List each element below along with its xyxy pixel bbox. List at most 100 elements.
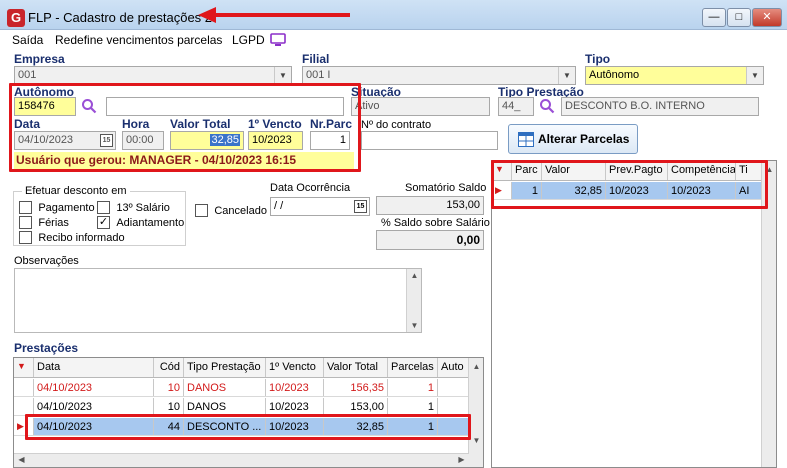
cell-auto (438, 398, 469, 415)
cancelado-label: Cancelado (214, 205, 267, 217)
cell-data: 04/10/2023 (34, 398, 154, 415)
prestacoes-vscrollbar[interactable]: ▲ ▼ (468, 358, 483, 467)
highlight-box (9, 83, 361, 172)
sort-indicator-icon[interactable]: ▼ (14, 358, 34, 377)
cell-vencto: 10/2023 (266, 398, 324, 415)
menu-lgpd[interactable]: LGPD (232, 33, 265, 47)
highlight-box (491, 160, 768, 209)
window-title: FLP - Cadastro de prestações 2 (28, 10, 213, 25)
cell-cod: 10 (154, 379, 184, 396)
close-button[interactable]: ✕ (752, 8, 782, 27)
annotation-arrow-icon (198, 7, 350, 23)
empresa-label: Empresa (14, 52, 65, 66)
col-header-vencto[interactable]: 1º Vencto (266, 358, 324, 377)
adiantamento-checkbox[interactable]: ✓ Adiantamento (97, 215, 185, 230)
recibo-label: Recibo informado (38, 232, 125, 244)
somatorio-saldo-field: 153,00 (376, 196, 484, 215)
cell-parcelas: 1 (388, 379, 438, 396)
prestacoes-title: Prestações (14, 341, 79, 355)
observacoes-label: Observações (14, 255, 79, 267)
cell-auto (438, 379, 469, 396)
situacao-field: Ativo (351, 97, 490, 116)
cell-data: 04/10/2023 (34, 379, 154, 396)
observacoes-textarea[interactable]: ▲ ▼ (14, 268, 422, 333)
prestacoes-header: ▼ Data Cód Tipo Prestação 1º Vencto Valo… (14, 358, 469, 378)
cell-tipo: DANOS (184, 398, 266, 415)
maximize-button[interactable]: □ (727, 8, 751, 27)
menu-redefine-vencimentos[interactable]: Redefine vencimentos parcelas (55, 33, 222, 47)
col-header-auto[interactable]: Auto (438, 358, 469, 377)
scroll-right-icon[interactable]: ▶ (454, 455, 469, 464)
checkbox-box (195, 204, 208, 218)
checkbox-box (97, 201, 110, 215)
recibo-checkbox[interactable]: Recibo informado (19, 230, 125, 245)
cell-parcelas: 1 (388, 398, 438, 415)
col-header-data[interactable]: Data (34, 358, 154, 377)
observacoes-scrollbar[interactable]: ▲ ▼ (406, 269, 421, 332)
efetuar-desconto-title: Efetuar desconto em (22, 185, 130, 197)
cell-valor: 156,35 (324, 379, 388, 396)
table-row[interactable]: 04/10/2023 10 DANOS 10/2023 156,35 1 (14, 379, 469, 397)
col-header-cod[interactable]: Cód (154, 358, 184, 377)
check-icon: ✓ (97, 216, 110, 230)
cell-tipo: DANOS (184, 379, 266, 396)
cell-cod: 10 (154, 398, 184, 415)
menu-sair[interactable]: Saída (12, 33, 43, 47)
scroll-up-icon[interactable]: ▲ (469, 362, 484, 371)
search-icon[interactable] (539, 98, 555, 114)
col-header-parcelas[interactable]: Parcelas (388, 358, 438, 377)
tipo-select[interactable]: Autônomo ▼ (585, 66, 764, 85)
nr-contrato-input[interactable] (361, 131, 498, 150)
highlight-box (25, 414, 471, 440)
cell-valor: 153,00 (324, 398, 388, 415)
decimo-terceiro-label: 13º Salário (116, 202, 170, 214)
adiantamento-label: Adiantamento (116, 217, 185, 229)
data-ocorrencia-label: Data Ocorrência (270, 182, 351, 194)
col-header-valor[interactable]: Valor Total (324, 358, 388, 377)
scroll-down-icon[interactable]: ▼ (469, 436, 484, 445)
chevron-down-icon: ▼ (274, 67, 291, 84)
tipo-prestacao-code-input[interactable]: 44_ (498, 97, 534, 116)
saldo-salario-label: % Saldo sobre Salário (381, 217, 490, 229)
calendar-icon[interactable]: 15 (354, 200, 367, 213)
filial-label: Filial (302, 52, 330, 66)
prestacoes-hscrollbar[interactable]: ◀ ▶ (14, 453, 469, 467)
prestacoes-grid: ▼ Data Cód Tipo Prestação 1º Vencto Valo… (13, 357, 484, 468)
menu-bar: Saída Redefine vencimentos parcelas LGPD (0, 30, 787, 50)
checkbox-box (19, 231, 32, 245)
cancelado-checkbox[interactable]: Cancelado (195, 203, 267, 218)
scroll-left-icon[interactable]: ◀ (14, 455, 29, 464)
col-header-tipo[interactable]: Tipo Prestação (184, 358, 266, 377)
tipo-label: Tipo (585, 52, 611, 66)
checkbox-box (19, 201, 32, 215)
minimize-button[interactable]: — (702, 8, 726, 27)
window-titlebar: G FLP - Cadastro de prestações 2 — □ ✕ (0, 0, 787, 30)
saldo-salario-field: 0,00 (376, 230, 484, 250)
row-indicator (14, 398, 34, 415)
pagamento-checkbox[interactable]: Pagamento (19, 200, 95, 215)
data-ocorrencia-value: / / (274, 200, 284, 212)
alterar-parcelas-label: Alterar Parcelas (538, 132, 630, 146)
tipo-prestacao-desc: DESCONTO B.O. INTERNO (561, 97, 759, 116)
cell-vencto: 10/2023 (266, 379, 324, 396)
monitor-icon[interactable] (270, 33, 286, 47)
row-indicator (14, 379, 34, 396)
app-logo-icon: G (7, 9, 25, 27)
scroll-up-icon[interactable]: ▲ (407, 271, 422, 280)
somatorio-saldo-label: Somatório Saldo (405, 182, 487, 194)
table-icon (518, 132, 534, 147)
empresa-value: 001 (18, 69, 37, 81)
pagamento-label: Pagamento (38, 202, 95, 214)
tipo-value: Autônomo (589, 69, 640, 81)
chevron-down-icon: ▼ (746, 67, 763, 84)
scroll-down-icon[interactable]: ▼ (407, 321, 422, 330)
chevron-down-icon: ▼ (558, 67, 575, 84)
nr-contrato-label: Nº do contrato (361, 119, 432, 131)
ferias-label: Férias (38, 217, 69, 229)
data-ocorrencia-input[interactable]: / / 15 (270, 197, 370, 216)
alterar-parcelas-button[interactable]: Alterar Parcelas (508, 124, 638, 154)
checkbox-box (19, 216, 32, 230)
decimo-terceiro-checkbox[interactable]: 13º Salário (97, 200, 170, 215)
filial-value: 001 I (306, 69, 331, 81)
ferias-checkbox[interactable]: Férias (19, 215, 69, 230)
